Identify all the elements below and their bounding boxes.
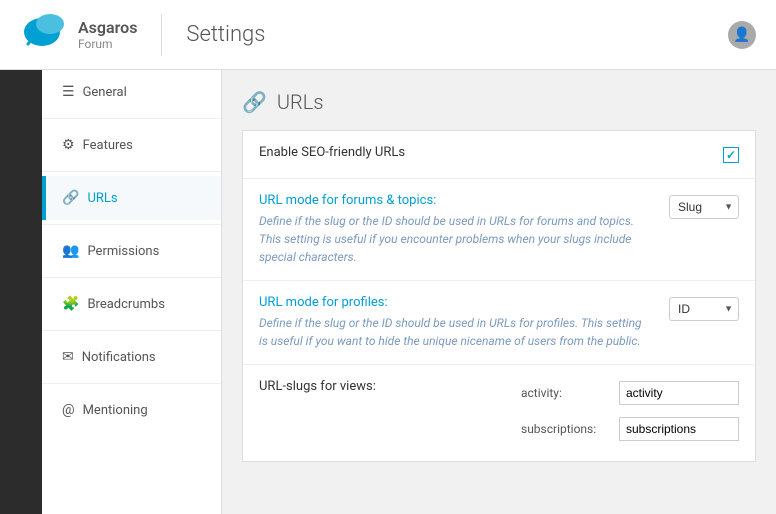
url-slugs-control: activity: subscriptions:	[521, 379, 739, 447]
profile-mode-label-col: URL mode for profiles: Define if the slu…	[259, 295, 653, 350]
profile-mode-select-wrapper: Slug ID	[669, 297, 739, 321]
main-area: ☰ General ⚙ Features 🔗 URLs 👥 Permission…	[0, 70, 776, 514]
sidebar-item-urls-label: URLs	[87, 191, 117, 206]
forum-mode-link[interactable]: URL mode for forums & topics:	[259, 193, 436, 208]
sidebar-item-mentioning[interactable]: @ Mentioning	[42, 388, 221, 432]
notifications-icon: ✉	[62, 349, 74, 365]
sidebar-item-features-label: Features	[83, 138, 133, 153]
settings-card: Enable SEO-friendly URLs URL mode for fo…	[242, 130, 756, 462]
profile-mode-link[interactable]: URL mode for profiles:	[259, 295, 388, 310]
features-icon: ⚙	[62, 137, 75, 153]
breadcrumbs-icon: 🧩	[62, 296, 79, 312]
header-user-avatar[interactable]: 👤	[728, 21, 756, 49]
seo-checkbox[interactable]	[723, 147, 739, 163]
sidebar-item-features[interactable]: ⚙ Features	[42, 123, 221, 167]
sidebar-item-general-label: General	[83, 85, 127, 100]
logo-name: Asgaros	[78, 18, 137, 37]
profile-mode-label: URL mode for profiles:	[259, 295, 653, 310]
settings-sidebar: ☰ General ⚙ Features 🔗 URLs 👥 Permission…	[42, 70, 222, 514]
forum-mode-row: URL mode for forums & topics: Define if …	[243, 179, 755, 281]
forum-mode-select[interactable]: Slug ID	[669, 195, 739, 219]
left-rail	[0, 70, 42, 514]
header-title: Settings	[186, 22, 728, 47]
slug-subscriptions-row: subscriptions:	[521, 417, 739, 441]
page-title: URLs	[277, 90, 324, 114]
page-heading-icon: 🔗	[242, 90, 267, 114]
page-heading: 🔗 URLs	[242, 90, 756, 114]
permissions-icon: 👥	[62, 243, 79, 259]
app-wrapper: Asgaros Forum Settings 👤 ☰ General ⚙ Fea…	[0, 0, 776, 514]
content-area: 🔗 URLs Enable SEO-friendly URLs	[222, 70, 776, 514]
url-slugs-label-col: URL-slugs for views:	[259, 379, 505, 398]
top-header: Asgaros Forum Settings 👤	[0, 0, 776, 70]
logo-area: Asgaros Forum	[20, 14, 162, 56]
sidebar-item-permissions-label: Permissions	[87, 244, 159, 259]
logo-icon	[20, 14, 68, 56]
forum-mode-select-wrapper: Slug ID	[669, 195, 739, 219]
sidebar-item-general[interactable]: ☰ General	[42, 70, 221, 114]
general-icon: ☰	[62, 84, 75, 100]
sidebar-item-permissions[interactable]: 👥 Permissions	[42, 229, 221, 273]
profile-mode-row: URL mode for profiles: Define if the slu…	[243, 281, 755, 365]
urls-icon: 🔗	[62, 190, 79, 206]
sidebar-item-breadcrumbs[interactable]: 🧩 Breadcrumbs	[42, 282, 221, 326]
forum-mode-desc: Define if the slug or the ID should be u…	[259, 212, 653, 266]
seo-control	[723, 145, 739, 163]
slug-activity-row: activity:	[521, 381, 739, 405]
seo-label: Enable SEO-friendly URLs	[259, 145, 707, 160]
mentioning-icon: @	[62, 402, 75, 418]
sidebar-item-urls[interactable]: 🔗 URLs	[42, 176, 221, 220]
sidebar-item-notifications[interactable]: ✉ Notifications	[42, 335, 221, 379]
slug-activity-label: activity:	[521, 386, 611, 400]
logo-text: Asgaros Forum	[78, 18, 137, 51]
slug-subscriptions-label: subscriptions:	[521, 422, 611, 436]
seo-row: Enable SEO-friendly URLs	[243, 131, 755, 179]
forum-mode-label-col: URL mode for forums & topics: Define if …	[259, 193, 653, 266]
sidebar-item-notifications-label: Notifications	[82, 350, 156, 365]
slug-subscriptions-input[interactable]	[619, 417, 739, 441]
url-slugs-label: URL-slugs for views:	[259, 379, 505, 394]
sidebar-item-breadcrumbs-label: Breadcrumbs	[87, 297, 164, 312]
url-slugs-row: URL-slugs for views: activity: subscript…	[243, 365, 755, 461]
forum-mode-label: URL mode for forums & topics:	[259, 193, 653, 208]
forum-mode-control: Slug ID	[669, 193, 739, 219]
sidebar-item-mentioning-label: Mentioning	[83, 403, 148, 418]
profile-mode-control: Slug ID	[669, 295, 739, 321]
logo-sub: Forum	[78, 37, 137, 51]
seo-label-col: Enable SEO-friendly URLs	[259, 145, 707, 164]
profile-mode-desc: Define if the slug or the ID should be u…	[259, 314, 653, 350]
slug-activity-input[interactable]	[619, 381, 739, 405]
profile-mode-select[interactable]: Slug ID	[669, 297, 739, 321]
user-icon: 👤	[733, 27, 750, 43]
